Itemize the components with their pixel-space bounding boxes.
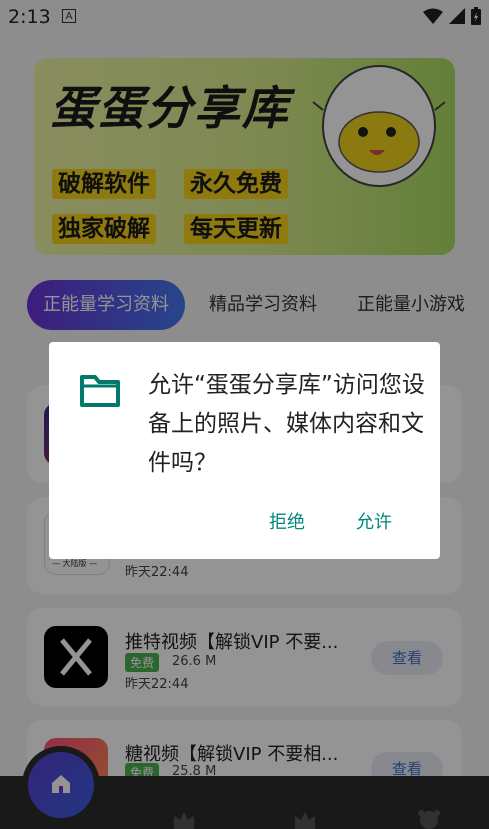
permission-dialog: 允许“蛋蛋分享库”访问您设备上的照片、媒体内容和文件吗？ 拒绝 允许 — [49, 342, 440, 559]
dialog-message: 允许“蛋蛋分享库”访问您设备上的照片、媒体内容和文件吗？ — [148, 372, 425, 476]
folder-icon — [80, 375, 120, 407]
allow-button[interactable]: 允许 — [356, 508, 392, 534]
deny-button[interactable]: 拒绝 — [269, 508, 305, 534]
